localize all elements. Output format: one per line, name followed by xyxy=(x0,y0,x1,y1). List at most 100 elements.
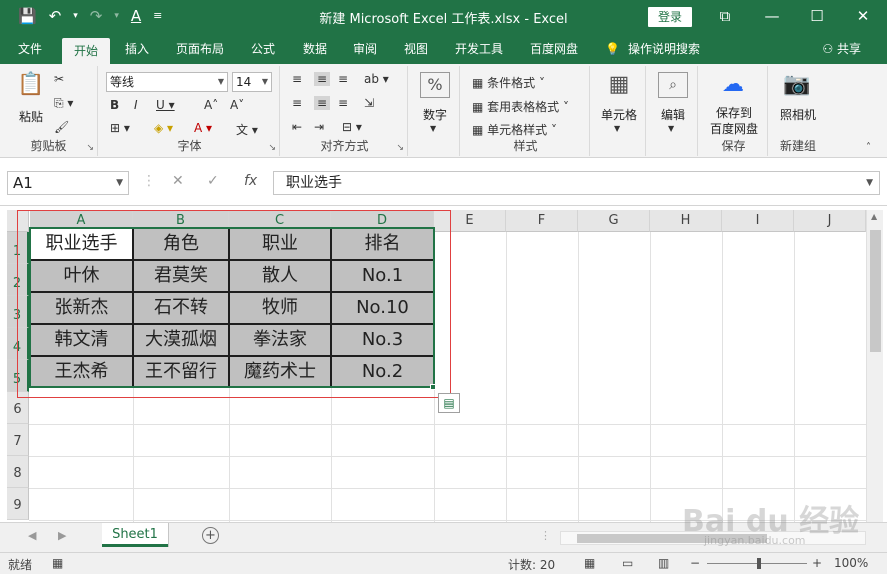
row-header-1[interactable]: 1 xyxy=(7,232,29,264)
column-header-i[interactable]: I xyxy=(722,210,794,232)
cell-styles-button[interactable]: ▦ 单元格样式 ˅ xyxy=(472,121,557,138)
collapse-ribbon-icon[interactable]: ˄ xyxy=(866,142,871,153)
share-button[interactable]: ⚇ 共享 xyxy=(822,34,861,64)
merge-center-icon[interactable]: ⊟ ▾ xyxy=(342,120,362,134)
cell-a1[interactable]: 职业选手 xyxy=(30,228,133,260)
cell-a4[interactable]: 韩文清 xyxy=(30,324,133,356)
cell-d5[interactable]: No.2 xyxy=(331,356,434,388)
row-header-6[interactable]: 6 xyxy=(7,392,29,424)
cell-c1[interactable]: 职业 xyxy=(229,228,331,260)
tab-developer[interactable]: 开发工具 xyxy=(448,34,510,64)
increase-indent-icon[interactable]: ⇥ xyxy=(314,120,324,134)
maximize-icon[interactable]: ☐ xyxy=(797,4,837,28)
customize-qat-icon[interactable]: ≡ xyxy=(153,6,162,26)
fill-handle[interactable] xyxy=(430,384,436,390)
quick-analysis-icon[interactable]: ▤ xyxy=(438,393,460,413)
tab-home[interactable]: 开始 xyxy=(62,38,110,64)
tab-insert[interactable]: 插入 xyxy=(116,34,158,64)
row-header-7[interactable]: 7 xyxy=(7,424,29,456)
cell-d4[interactable]: No.3 xyxy=(331,324,434,356)
redo-dropdown-icon[interactable]: ▾ xyxy=(114,6,119,26)
increase-font-icon[interactable]: A˄ xyxy=(204,98,218,112)
cell-b3[interactable]: 石不转 xyxy=(133,292,229,324)
macro-record-icon[interactable]: ▦ xyxy=(52,556,63,570)
paste-button[interactable]: 粘贴 xyxy=(12,108,50,125)
decrease-indent-icon[interactable]: ⇤ xyxy=(292,120,302,134)
decrease-font-icon[interactable]: A˅ xyxy=(230,98,244,112)
row-header-8[interactable]: 8 xyxy=(7,456,29,488)
formula-input[interactable]: 职业选手 ▼ xyxy=(273,171,880,195)
row-header-4[interactable]: 4 xyxy=(7,328,29,360)
zoom-in-button[interactable]: + xyxy=(812,556,822,570)
close-icon[interactable]: ✕ xyxy=(843,4,883,28)
cell-a3[interactable]: 张新杰 xyxy=(30,292,133,324)
cell-c3[interactable]: 牧师 xyxy=(229,292,331,324)
font-launcher-icon[interactable]: ↘ xyxy=(268,143,276,153)
row-header-9[interactable]: 9 xyxy=(7,488,29,520)
cell-b4[interactable]: 大漠孤烟 xyxy=(133,324,229,356)
font-name-combo[interactable]: 等线 ▼ xyxy=(106,72,228,92)
alignment-launcher-icon[interactable]: ↘ xyxy=(396,143,404,153)
select-all-corner[interactable] xyxy=(7,210,29,232)
cell-a5[interactable]: 王杰希 xyxy=(30,356,133,388)
page-break-view-icon[interactable]: ▥ xyxy=(658,556,669,570)
column-header-f[interactable]: F xyxy=(506,210,578,232)
font-color-icon[interactable]: A ▾ xyxy=(194,121,212,135)
number-button[interactable]: 数字 xyxy=(412,106,458,123)
format-as-table-button[interactable]: ▦ 套用表格格式 ˅ xyxy=(472,98,569,115)
row-header-3[interactable]: 3 xyxy=(7,296,29,328)
tab-view[interactable]: 视图 xyxy=(395,34,437,64)
name-box[interactable]: A1 ▼ xyxy=(7,171,129,195)
cell-b2[interactable]: 君莫笑 xyxy=(133,260,229,292)
column-header-g[interactable]: G xyxy=(578,210,650,232)
column-header-e[interactable]: E xyxy=(434,210,506,232)
percent-icon[interactable]: % xyxy=(420,72,450,98)
paste-icon[interactable]: 📋 xyxy=(14,72,48,97)
zoom-slider-thumb[interactable] xyxy=(757,558,761,569)
tab-review[interactable]: 审阅 xyxy=(344,34,386,64)
login-button[interactable]: 登录 xyxy=(648,7,692,27)
baidu-netdisk-label[interactable]: 百度网盘 xyxy=(700,120,768,137)
row-header-2[interactable]: 2 xyxy=(7,264,29,296)
border-icon[interactable]: ⊞ ▾ xyxy=(110,121,130,135)
prev-sheet-icon[interactable]: ◀ xyxy=(28,529,36,542)
conditional-format-button[interactable]: ▦ 条件格式 ˅ xyxy=(472,74,545,91)
font-size-combo[interactable]: 14 ▼ xyxy=(232,72,272,92)
camera-icon[interactable]: 📷 xyxy=(782,72,812,97)
format-painter-icon[interactable]: 🖌 xyxy=(54,120,69,134)
row-header-5[interactable]: 5 xyxy=(7,360,29,392)
minimize-icon[interactable]: — xyxy=(752,4,792,28)
redo-icon[interactable]: ↷ xyxy=(90,6,103,26)
fill-color-icon[interactable]: ◈ ▾ xyxy=(154,121,173,135)
cell-d1[interactable]: 排名 xyxy=(331,228,434,260)
undo-icon[interactable]: ↶ xyxy=(49,6,62,26)
underline-icon[interactable]: U ▾ xyxy=(156,98,175,112)
scroll-up-icon[interactable]: ▲ xyxy=(871,212,877,221)
tab-data[interactable]: 数据 xyxy=(294,34,336,64)
cells-button[interactable]: 单元格 xyxy=(594,106,644,123)
ribbon-display-icon[interactable]: ⧉ xyxy=(705,4,745,28)
vertical-scrollbar[interactable]: ▲ xyxy=(866,210,883,522)
save-icon[interactable]: 💾 xyxy=(18,6,37,26)
zoom-level[interactable]: 100% xyxy=(834,556,868,570)
copy-icon[interactable]: ⎘ ▾ xyxy=(54,96,73,111)
undo-dropdown-icon[interactable]: ▾ xyxy=(73,6,78,26)
clipboard-launcher-icon[interactable]: ↘ xyxy=(86,143,94,153)
zoom-out-button[interactable]: − xyxy=(690,556,700,570)
search-icon[interactable]: ⌕ xyxy=(658,72,688,98)
align-middle-icon[interactable]: ≡ xyxy=(314,72,331,86)
font-color-icon[interactable]: A xyxy=(131,6,141,26)
cell-d2[interactable]: No.1 xyxy=(331,260,434,292)
add-sheet-icon[interactable]: + xyxy=(202,527,219,544)
camera-button[interactable]: 照相机 xyxy=(770,106,826,123)
wrap-text-icon[interactable]: ⇲ xyxy=(364,96,374,110)
cancel-icon[interactable]: ✕ xyxy=(172,173,184,189)
next-sheet-icon[interactable]: ▶ xyxy=(58,529,66,542)
tab-page-layout[interactable]: 页面布局 xyxy=(168,34,232,64)
align-right-icon[interactable]: ≡ xyxy=(338,96,348,110)
normal-view-icon[interactable]: ▦ xyxy=(584,556,595,570)
save-to-label[interactable]: 保存到 xyxy=(700,104,768,121)
tab-file[interactable]: 文件 xyxy=(8,34,52,64)
align-bottom-icon[interactable]: ≡ xyxy=(338,72,348,86)
baidu-cloud-icon[interactable]: ☁ xyxy=(718,72,748,97)
